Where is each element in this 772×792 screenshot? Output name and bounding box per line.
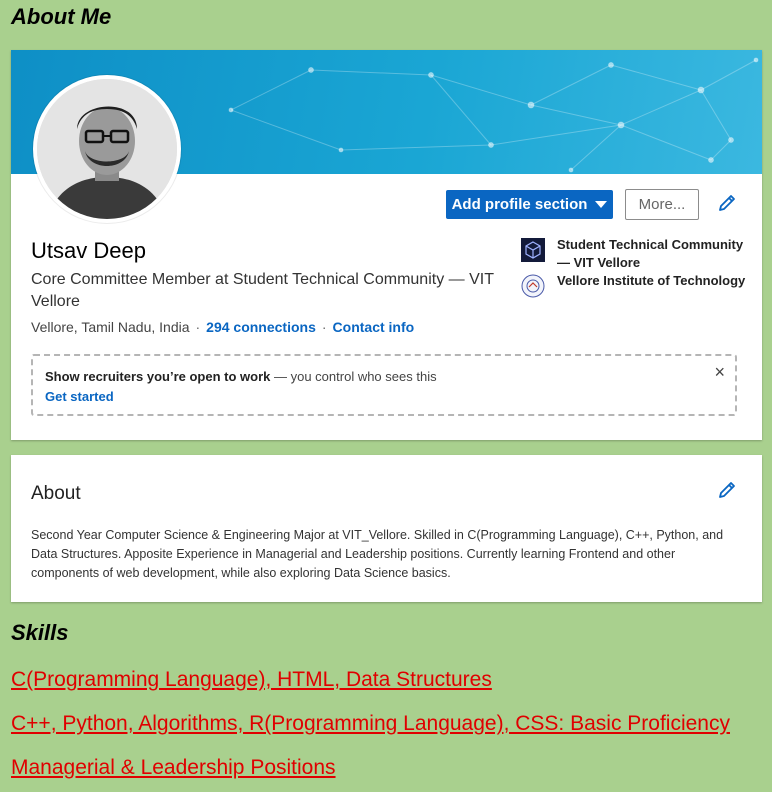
open-to-work-banner: Show recruiters you’re open to work — yo… — [31, 354, 737, 416]
connections-link[interactable]: 294 connections — [206, 319, 316, 335]
get-started-link[interactable]: Get started — [45, 389, 114, 404]
about-card: About Second Year Computer Science & Eng… — [11, 455, 762, 602]
add-profile-section-label: Add profile section — [451, 196, 588, 213]
profile-avatar[interactable] — [33, 75, 181, 223]
contact-info-link[interactable]: Contact info — [333, 319, 415, 335]
profile-card: Add profile section More... Utsav Deep C… — [11, 50, 762, 440]
caret-down-icon — [595, 200, 608, 208]
edit-about-pencil-icon[interactable] — [717, 480, 737, 500]
skill-item[interactable]: C++, Python, Algorithms, R(Programming L… — [11, 712, 730, 736]
profile-name: Utsav Deep — [31, 238, 146, 263]
skill-item[interactable]: Managerial & Leadership Positions — [11, 756, 336, 780]
profile-location: Vellore, Tamil Nadu, India — [31, 319, 190, 335]
university-seal-icon — [521, 274, 545, 298]
edit-profile-pencil-icon[interactable] — [717, 193, 737, 213]
about-me-heading: About Me — [11, 4, 112, 29]
skill-item[interactable]: C(Programming Language), HTML, Data Stru… — [11, 668, 492, 692]
profile-headline: Core Committee Member at Student Technic… — [31, 271, 494, 310]
more-button[interactable]: More... — [625, 189, 699, 220]
org-item-vit[interactable]: Vellore Institute of Technology — [521, 272, 753, 298]
separator-dot: · — [195, 319, 201, 335]
add-profile-section-button[interactable]: Add profile section — [446, 190, 613, 219]
org-label-vit: Vellore Institute of Technology — [557, 273, 746, 288]
org-label-stc: Student Technical Community — VIT Vellor… — [557, 237, 744, 270]
separator-dot: · — [321, 319, 327, 335]
profile-photo — [37, 79, 177, 219]
cube-logo-icon — [521, 238, 545, 262]
open-to-work-text: Show recruiters you’re open to work — yo… — [45, 369, 437, 384]
profile-meta: Vellore, Tamil Nadu, India · 294 connectio… — [31, 319, 414, 335]
open-to-work-rest: — you control who sees this — [270, 369, 437, 384]
about-description: Second Year Computer Science & Engineeri… — [31, 528, 724, 580]
org-item-stc[interactable]: Student Technical Community — VIT Vellor… — [521, 236, 753, 272]
open-to-work-bold: Show recruiters you’re open to work — [45, 369, 271, 384]
skills-heading: Skills — [11, 620, 69, 645]
close-icon[interactable]: × — [714, 362, 725, 383]
about-title: About — [31, 483, 81, 504]
